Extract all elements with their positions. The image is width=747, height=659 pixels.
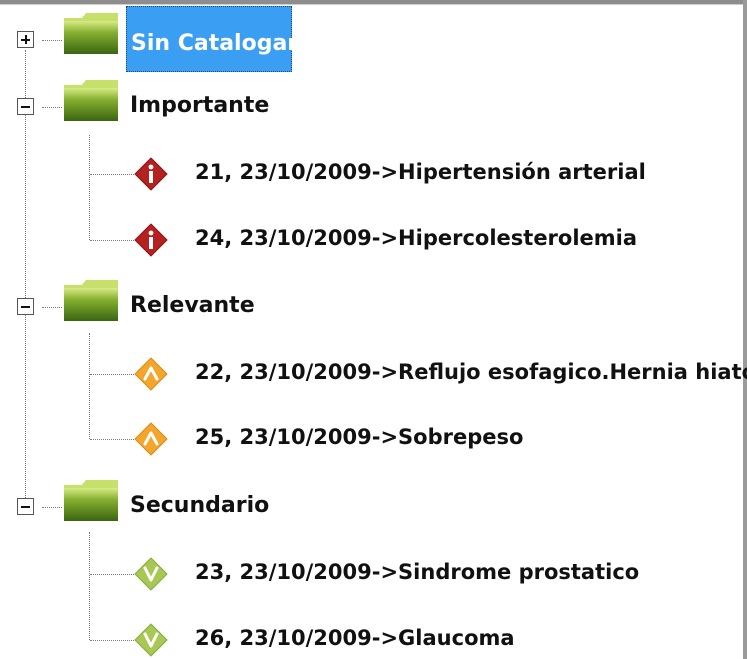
info-red-diamond-icon [134, 157, 168, 191]
folder-icon [64, 480, 118, 521]
collapse-minus-icon[interactable] [17, 498, 34, 515]
list-item[interactable]: 24, 23/10/2009->Hipercolesterolemia [195, 226, 637, 250]
tree-connector [90, 174, 134, 175]
folder-icon [64, 80, 118, 121]
window-right-border [743, 0, 747, 659]
list-item[interactable]: 22, 23/10/2009->Reflujo esofagico.Hernia… [195, 360, 747, 384]
check-green-diamond-icon [134, 557, 168, 591]
tree-connector [89, 532, 90, 640]
tree-node-sin-catalogar[interactable]: Sin Catalogar [126, 6, 299, 72]
collapse-minus-icon[interactable] [17, 98, 34, 115]
category-label-importante[interactable]: Importante [130, 93, 269, 118]
category-label-relevante[interactable]: Relevante [130, 293, 255, 318]
tree-connector [90, 240, 134, 241]
list-item[interactable]: 21, 23/10/2009->Hipertensión arterial [195, 160, 646, 184]
caret-up-orange-diamond-icon [134, 422, 168, 456]
folder-icon [64, 280, 118, 321]
tree-node-label: Sin Catalogar [131, 31, 299, 56]
list-item[interactable]: 26, 23/10/2009->Glaucoma [195, 626, 515, 650]
tree-connector [42, 107, 62, 108]
expand-plus-icon[interactable] [17, 31, 34, 48]
tree-connector [90, 574, 134, 575]
tree-connector [89, 333, 90, 439]
category-label-secundario[interactable]: Secundario [130, 493, 269, 518]
collapse-minus-icon[interactable] [17, 298, 34, 315]
tree-connector [25, 50, 26, 510]
window-top-border [0, 0, 747, 5]
tree-connector [42, 507, 62, 508]
tree-connector [90, 374, 134, 375]
list-item[interactable]: 23, 23/10/2009->Sindrome prostatico [195, 560, 639, 584]
check-green-diamond-icon [134, 623, 168, 657]
tree-connector [89, 135, 90, 240]
info-red-diamond-icon [134, 223, 168, 257]
tree-connector [90, 439, 134, 440]
tree-connector [42, 40, 62, 41]
caret-up-orange-diamond-icon [134, 357, 168, 391]
tree-connector [90, 640, 134, 641]
list-item[interactable]: 25, 23/10/2009->Sobrepeso [195, 425, 523, 449]
tree-connector [42, 307, 62, 308]
folder-icon [64, 13, 118, 54]
